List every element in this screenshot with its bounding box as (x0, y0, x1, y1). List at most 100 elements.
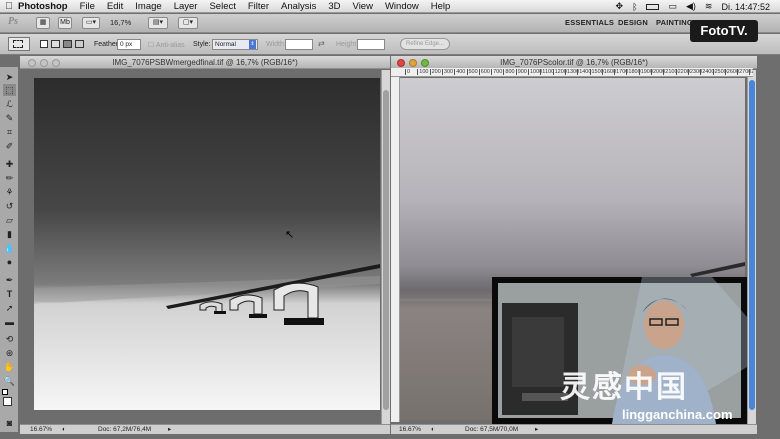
zoom-tool-icon[interactable]: 🔍 (3, 375, 16, 387)
menu-layer[interactable]: Layer (174, 1, 198, 12)
menu-app-name[interactable]: Photoshop (18, 1, 68, 12)
style-select[interactable]: Normal ⇕ (212, 39, 258, 50)
workspace-essentials[interactable]: ESSENTIALS (565, 18, 614, 27)
horizontal-ruler[interactable]: 0 100 200 300 400 500 600 700 800 900 1000 1100 1200… (391, 68, 753, 77)
hand-tool-icon[interactable]: ✋ (3, 361, 16, 373)
battery-icon[interactable] (646, 3, 660, 10)
display-icon[interactable]: ▭ (668, 1, 677, 12)
subtract-selection-icon[interactable] (63, 40, 72, 48)
dodge-tool-icon[interactable]: ● (3, 256, 16, 268)
menu-edit[interactable]: Edit (107, 1, 123, 12)
marquee-tool-preset-icon[interactable] (8, 37, 30, 51)
gradient-tool-icon[interactable]: ▮ (3, 228, 16, 240)
vertical-scrollbar[interactable] (747, 70, 756, 424)
scrollbar-thumb[interactable] (749, 80, 755, 410)
move-icon[interactable]: ✥ (616, 1, 624, 12)
shape-tool-icon[interactable]: ▬ (3, 316, 16, 328)
pen-tool-icon[interactable]: ✒ (3, 274, 16, 286)
menu-view[interactable]: View (353, 1, 373, 12)
anti-alias-checkbox[interactable]: ☐ Anti-alias (148, 41, 185, 49)
tool-options-bar: Feather: 0 px ☐ Anti-alias Style: Normal… (0, 34, 780, 55)
new-selection-icon[interactable] (40, 40, 48, 48)
workspace-design[interactable]: DESIGN (618, 18, 648, 27)
3d-orbit-tool-icon[interactable]: ⊛ (3, 347, 16, 359)
ruler-tick-label: 400 (454, 69, 466, 75)
menu-window[interactable]: Window (385, 1, 419, 12)
height-label: Height: (336, 41, 359, 48)
menu-help[interactable]: Help (431, 1, 451, 12)
swap-width-height-icon[interactable]: ⇄ (318, 39, 325, 48)
bridge-button[interactable]: ▦ (36, 17, 50, 29)
menu-select[interactable]: Select (209, 1, 235, 12)
status-menu-icon[interactable]: ▸ (535, 425, 538, 435)
sound-icon[interactable]: ◀) (686, 1, 696, 12)
apple-icon[interactable]:  (0, 1, 18, 12)
menu-analysis[interactable]: Analysis (281, 1, 316, 12)
view-extras-dropdown[interactable]: ▭▾ (82, 17, 100, 29)
lasso-tool-icon[interactable]: ℒ (3, 98, 16, 110)
vertical-scrollbar[interactable] (381, 70, 390, 424)
document-size: Doc: 67,5M/70,0M (465, 426, 519, 433)
document-titlebar[interactable]: IMG_7076PSBWmergedfinal.tif @ 16,7% (RGB… (20, 56, 390, 69)
menu-file[interactable]: File (80, 1, 95, 12)
default-colors-icon[interactable] (2, 389, 8, 395)
menu-filter[interactable]: Filter (248, 1, 269, 12)
add-selection-icon[interactable] (51, 40, 60, 48)
feather-input[interactable]: 0 px (117, 39, 141, 50)
width-label: Width: (266, 41, 286, 48)
width-input[interactable] (285, 39, 313, 50)
document-statusbar: 16.67% ◐ Doc: 67,2M/76,4M ▸ (20, 424, 390, 434)
wifi-icon[interactable]: ≋ (705, 1, 713, 12)
zoom-level[interactable]: 16,7% (110, 18, 131, 27)
foreground-color-swatch[interactable] (3, 397, 12, 406)
quick-selection-tool-icon[interactable]: ✎ (3, 112, 16, 124)
eyedropper-tool-icon[interactable]: ✐ (3, 140, 16, 152)
menu-3d[interactable]: 3D (328, 1, 340, 12)
blur-tool-icon[interactable]: 💧 (3, 242, 16, 254)
mini-bridge-button[interactable]: Mb (58, 17, 72, 29)
watermark-chinese-text: 灵感中国 (560, 371, 688, 404)
anti-alias-label: Anti-alias (155, 42, 185, 49)
watermark-url: lingganchina.com (622, 407, 733, 422)
move-tool-icon[interactable]: ➤ (3, 71, 16, 83)
status-menu-icon[interactable]: ▸ (168, 425, 171, 435)
document-zoom[interactable]: 16.67% (30, 425, 52, 435)
clone-stamp-tool-icon[interactable]: ⚘ (3, 186, 16, 198)
vertical-ruler[interactable] (391, 77, 400, 422)
document-zoom[interactable]: 16.67% (399, 425, 421, 435)
style-select-value: Normal (215, 41, 236, 48)
brush-tool-icon[interactable]: ✏ (3, 172, 16, 184)
zoom-window-icon[interactable] (421, 59, 429, 67)
scrollbar-thumb[interactable] (383, 90, 389, 410)
arrange-documents-dropdown[interactable]: ▤▾ (148, 17, 168, 29)
document-size: Doc: 67,2M/76,4M (98, 426, 152, 433)
minimize-window-icon[interactable] (409, 59, 417, 67)
history-brush-tool-icon[interactable]: ↺ (3, 200, 16, 212)
refine-edge-button[interactable]: Refine Edge... (400, 38, 450, 50)
bw-bridge-image[interactable] (34, 78, 380, 410)
3d-rotate-tool-icon[interactable]: ⟲ (3, 333, 16, 345)
menu-image[interactable]: Image (135, 1, 161, 12)
height-input[interactable] (357, 39, 385, 50)
path-selection-tool-icon[interactable]: ➚ (3, 302, 16, 314)
bluetooth-icon[interactable]: ᛒ (632, 2, 637, 12)
eraser-tool-icon[interactable]: ▱ (3, 214, 16, 226)
type-tool-icon[interactable]: T (3, 288, 16, 300)
minimize-window-icon[interactable] (40, 59, 48, 67)
crop-tool-icon[interactable]: ⌗ (3, 126, 16, 138)
status-info-icon[interactable]: ◐ (62, 425, 66, 435)
close-window-icon[interactable] (397, 59, 405, 67)
status-info-icon[interactable]: ◐ (431, 425, 435, 435)
document-statusbar: 16.67% ◐ Doc: 67,5M/70,0M ▸ (391, 424, 757, 434)
intersect-selection-icon[interactable] (75, 40, 84, 48)
zoom-window-icon[interactable] (52, 59, 60, 67)
close-window-icon[interactable] (28, 59, 36, 67)
clock[interactable]: Di. 14:47:52 (721, 2, 770, 12)
quick-mask-icon[interactable]: ◙ (3, 417, 16, 429)
marquee-tool-icon[interactable]: ⬚ (3, 84, 16, 96)
style-label: Style: (193, 41, 211, 48)
spot-healing-tool-icon[interactable]: ✚ (3, 158, 16, 170)
application-bar: Ps ▦ Mb ▭▾ 16,7% ▤▾ ▢▾ ESSENTIALS DESIGN… (0, 14, 780, 33)
workspace-painting[interactable]: PAINTING (656, 18, 693, 27)
screen-mode-dropdown[interactable]: ▢▾ (178, 17, 198, 29)
